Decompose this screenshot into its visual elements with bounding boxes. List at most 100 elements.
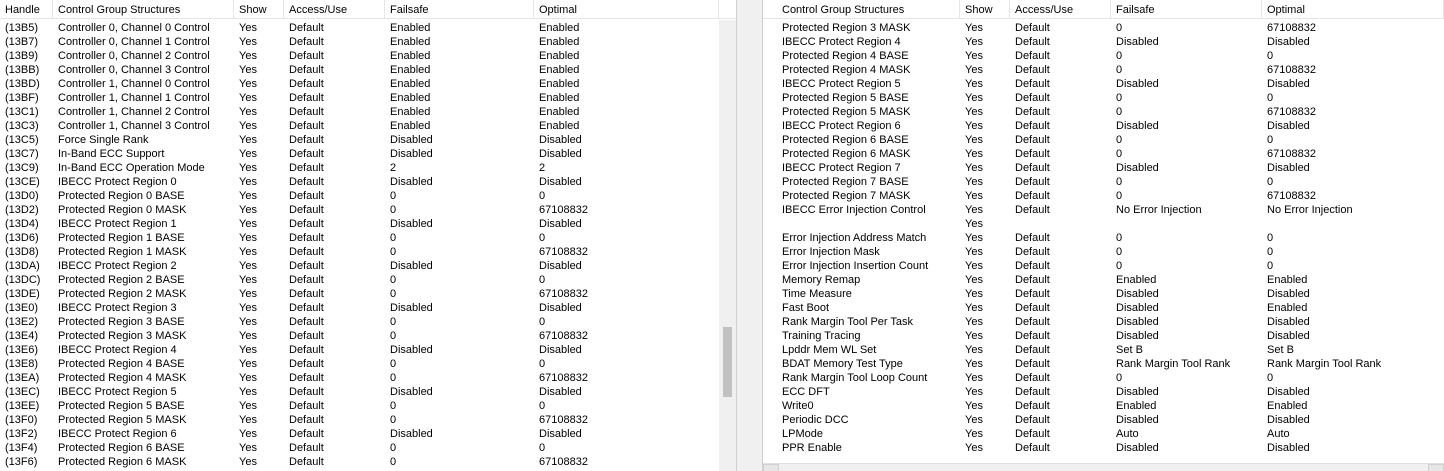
- table-row[interactable]: IBECC Protect Region 7 Yes Default Disabled…: [763, 161, 1444, 175]
- column-header-handle[interactable]: Handle: [0, 0, 53, 19]
- table-row[interactable]: Memory Remap Yes Default Enabled Enabled: [763, 273, 1444, 287]
- column-header-failsafe[interactable]: Failsafe: [385, 0, 534, 19]
- table-row[interactable]: (13DA) IBECC Protect Region 2 Yes Default Di…: [0, 259, 736, 273]
- right-horizontal-scrollbar[interactable]: [763, 463, 1444, 471]
- table-row[interactable]: (13EC) IBECC Protect Region 5 Yes Default Di…: [0, 385, 736, 399]
- cell-access-use: Default: [289, 302, 324, 314]
- table-row[interactable]: Protected Region 7 BASE Yes Default 0 0: [763, 175, 1444, 189]
- table-row[interactable]: Rank Margin Tool Loop Count Yes Default 0 0: [763, 371, 1444, 385]
- cell-access-use: Default: [1015, 120, 1050, 132]
- table-row[interactable]: Error Injection Insertion Count Yes Defaul…: [763, 259, 1444, 273]
- column-header-show[interactable]: Show: [234, 0, 284, 19]
- table-row[interactable]: (13B7) Controller 0, Channel 1 Control Yes…: [0, 35, 736, 49]
- table-row[interactable]: (13D6) Protected Region 1 BASE Yes Default 0…: [0, 231, 736, 245]
- pane-splitter[interactable]: [736, 0, 763, 471]
- cell-handle: (13D6): [5, 232, 39, 244]
- cell-control-name: Protected Region 4 BASE: [782, 50, 909, 62]
- column-header-control-group-structures[interactable]: Control Group Structures: [777, 0, 960, 19]
- table-row[interactable]: (13CE) IBECC Protect Region 0 Yes Default Di…: [0, 175, 736, 189]
- table-row[interactable]: (13C7) In-Band ECC Support Yes Default Disab…: [0, 147, 736, 161]
- table-row[interactable]: (13F6) Protected Region 6 MASK Yes Default 0…: [0, 455, 736, 469]
- table-row[interactable]: Error Injection Address Match Yes Default 0…: [763, 231, 1444, 245]
- cell-access-use: Default: [289, 260, 324, 272]
- scroll-right-button[interactable]: [1428, 464, 1444, 471]
- cell-failsafe: 0: [390, 358, 397, 370]
- table-row[interactable]: Protected Region 7 MASK Yes Default 0 671088…: [763, 189, 1444, 203]
- cell-failsafe: Disabled: [390, 148, 433, 160]
- column-header-show[interactable]: Show: [960, 0, 1010, 19]
- table-row[interactable]: Protected Region 6 BASE Yes Default 0 0: [763, 133, 1444, 147]
- table-row[interactable]: (13E4) Protected Region 3 MASK Yes Default 0…: [0, 329, 736, 343]
- cell-control-name: IBECC Protect Region 0: [58, 176, 177, 188]
- right-table-pane: Control Group Structures Show Access/Use…: [763, 0, 1444, 471]
- cell-failsafe: 0: [390, 288, 397, 300]
- table-row[interactable]: (13EE) Protected Region 5 BASE Yes Default 0…: [0, 399, 736, 413]
- table-row[interactable]: Protected Region 3 MASK Yes Default 0 671088…: [763, 21, 1444, 35]
- table-row[interactable]: Write0 Yes Default Enabled Enabled: [763, 399, 1444, 413]
- table-row[interactable]: Yes: [763, 217, 1444, 231]
- table-row[interactable]: (13E8) Protected Region 4 BASE Yes Default 0…: [0, 357, 736, 371]
- cell-optimal: Disabled: [539, 386, 582, 398]
- table-row[interactable]: (13C9) In-Band ECC Operation Mode Yes Defau…: [0, 161, 736, 175]
- cell-control-name: Protected Region 0 MASK: [58, 204, 187, 216]
- table-row[interactable]: (13E6) IBECC Protect Region 4 Yes Default Di…: [0, 343, 736, 357]
- cell-access-use: Default: [289, 288, 324, 300]
- table-row[interactable]: (13F2) IBECC Protect Region 6 Yes Default Di…: [0, 427, 736, 441]
- table-row[interactable]: (13F4) Protected Region 6 BASE Yes Default 0…: [0, 441, 736, 455]
- table-row[interactable]: Rank Margin Tool Per Task Yes Default Disab…: [763, 315, 1444, 329]
- column-header-access-use[interactable]: Access/Use: [1010, 0, 1111, 19]
- column-header-optimal[interactable]: Optimal: [534, 0, 719, 19]
- table-row[interactable]: Protected Region 4 MASK Yes Default 0 671088…: [763, 63, 1444, 77]
- table-row[interactable]: (13BD) Controller 1, Channel 0 Control Yes…: [0, 77, 736, 91]
- table-row[interactable]: LPMode Yes Default Auto Auto: [763, 427, 1444, 441]
- table-row[interactable]: (13DC) Protected Region 2 BASE Yes Default 0…: [0, 273, 736, 287]
- table-row[interactable]: (13E2) Protected Region 3 BASE Yes Default 0…: [0, 315, 736, 329]
- cell-failsafe: Enabled: [390, 78, 431, 90]
- cell-failsafe: 0: [1116, 64, 1123, 76]
- table-row[interactable]: Protected Region 6 MASK Yes Default 0 671088…: [763, 147, 1444, 161]
- table-row[interactable]: (13B9) Controller 0, Channel 2 Control Yes…: [0, 49, 736, 63]
- table-row[interactable]: BDAT Memory Test Type Yes Default Rank Marg…: [763, 357, 1444, 371]
- table-row[interactable]: (13D0) Protected Region 0 BASE Yes Default 0…: [0, 189, 736, 203]
- table-row[interactable]: Fast Boot Yes Default Disabled Enabled: [763, 301, 1444, 315]
- table-row[interactable]: IBECC Protect Region 5 Yes Default Disabled…: [763, 77, 1444, 91]
- table-row[interactable]: Training Tracing Yes Default Disabled Disabl…: [763, 329, 1444, 343]
- table-row[interactable]: PPR Enable Yes Default Disabled Disabled: [763, 441, 1444, 455]
- left-scrollbar-thumb[interactable]: [723, 327, 732, 397]
- table-row[interactable]: Lpddr Mem WL Set Yes Default Set B Set B: [763, 343, 1444, 357]
- table-row[interactable]: (13EA) Protected Region 4 MASK Yes Default 0…: [0, 371, 736, 385]
- table-row[interactable]: Periodic DCC Yes Default Disabled Disabled: [763, 413, 1444, 427]
- column-header-access-use[interactable]: Access/Use: [284, 0, 385, 19]
- table-row[interactable]: (13C3) Controller 1, Channel 3 Control Yes…: [0, 119, 736, 133]
- table-row[interactable]: (13D2) Protected Region 0 MASK Yes Default 0…: [0, 203, 736, 217]
- column-header-failsafe[interactable]: Failsafe: [1111, 0, 1262, 19]
- table-row[interactable]: Protected Region 5 BASE Yes Default 0 0: [763, 91, 1444, 105]
- table-row[interactable]: ECC DFT Yes Default Disabled Disabled: [763, 385, 1444, 399]
- cell-access-use: Default: [1015, 36, 1050, 48]
- table-row[interactable]: Time Measure Yes Default Disabled Disabled: [763, 287, 1444, 301]
- cell-handle: (13E6): [5, 344, 39, 356]
- cell-show: Yes: [239, 372, 257, 384]
- table-row[interactable]: (13D8) Protected Region 1 MASK Yes Default 0…: [0, 245, 736, 259]
- table-row[interactable]: IBECC Protect Region 4 Yes Default Disabled…: [763, 35, 1444, 49]
- column-header-control-group-structures[interactable]: Control Group Structures: [53, 0, 234, 19]
- table-row[interactable]: (13BF) Controller 1, Channel 1 Control Yes…: [0, 91, 736, 105]
- table-row[interactable]: (13B5) Controller 0, Channel 0 Control Yes…: [0, 21, 736, 35]
- table-row[interactable]: Protected Region 5 MASK Yes Default 0 671088…: [763, 105, 1444, 119]
- table-row[interactable]: (13E0) IBECC Protect Region 3 Yes Default Di…: [0, 301, 736, 315]
- cell-show: Yes: [239, 22, 257, 34]
- table-row[interactable]: (13D4) IBECC Protect Region 1 Yes Default Di…: [0, 217, 736, 231]
- column-header-optimal[interactable]: Optimal: [1262, 0, 1444, 19]
- table-row[interactable]: (13C1) Controller 1, Channel 2 Control Yes…: [0, 105, 736, 119]
- table-row[interactable]: (13DE) Protected Region 2 MASK Yes Default 0…: [0, 287, 736, 301]
- table-row[interactable]: IBECC Protect Region 6 Yes Default Disabled…: [763, 119, 1444, 133]
- table-row[interactable]: IBECC Error Injection Control Yes Default N…: [763, 203, 1444, 217]
- cell-failsafe: Disabled: [390, 386, 433, 398]
- scroll-left-button[interactable]: [763, 464, 779, 471]
- table-row[interactable]: (13BB) Controller 0, Channel 3 Control Yes…: [0, 63, 736, 77]
- table-row[interactable]: Error Injection Mask Yes Default 0 0: [763, 245, 1444, 259]
- table-row[interactable]: Protected Region 4 BASE Yes Default 0 0: [763, 49, 1444, 63]
- table-row[interactable]: (13F0) Protected Region 5 MASK Yes Default 0…: [0, 413, 736, 427]
- left-vertical-scrollbar[interactable]: [719, 20, 736, 471]
- table-row[interactable]: (13C5) Force Single Rank Yes Default Disable…: [0, 133, 736, 147]
